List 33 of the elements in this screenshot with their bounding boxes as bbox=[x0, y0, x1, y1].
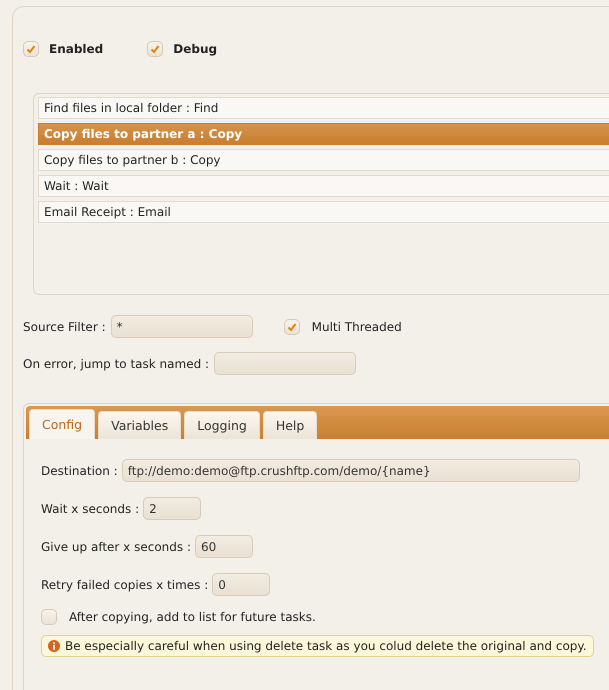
field-label: Destination : bbox=[41, 464, 118, 478]
checkbox[interactable] bbox=[284, 318, 300, 334]
info-icon bbox=[48, 640, 60, 652]
task-name-field[interactable] bbox=[214, 352, 356, 375]
check-icon bbox=[149, 43, 162, 55]
field-label: Retry failed copies x times : bbox=[41, 578, 208, 592]
input-field[interactable]: 60 bbox=[195, 535, 253, 558]
source-filter-field[interactable]: * bbox=[110, 315, 253, 338]
input-field[interactable]: 0 bbox=[212, 573, 270, 596]
field-label: Source Filter : bbox=[23, 320, 106, 334]
task-list-item[interactable]: Copy files to partner b : Copy bbox=[38, 149, 609, 171]
checkbox-label: After copying, add to list for future tasks. bbox=[69, 610, 316, 624]
tab[interactable]: Config bbox=[29, 409, 96, 439]
field-label: On error, jump to task named : bbox=[23, 356, 210, 370]
checkbox-label: Multi Threaded bbox=[312, 320, 402, 334]
task-list-item[interactable]: Email Receipt : Email bbox=[38, 201, 609, 223]
field-label: Give up after x seconds : bbox=[41, 540, 191, 554]
input-field[interactable]: ftp://demo:demo@ftp.crushftp.com/demo/{name} bbox=[122, 459, 580, 482]
task-list-item[interactable]: Find files in local folder : Find bbox=[38, 97, 609, 119]
checkbox[interactable] bbox=[147, 41, 164, 57]
checkbox-label: Enabled bbox=[49, 42, 104, 56]
check-icon bbox=[25, 43, 37, 55]
input-field[interactable]: 2 bbox=[143, 497, 202, 520]
checkbox[interactable] bbox=[23, 41, 39, 57]
tab[interactable]: Help bbox=[262, 411, 318, 439]
checkbox[interactable] bbox=[41, 609, 57, 625]
field-label: Wait x seconds : bbox=[41, 502, 140, 516]
warning-text: Be especially careful when using delete task as you colud delete the original and copy. bbox=[65, 639, 587, 653]
checkbox-label: Debug bbox=[173, 42, 218, 56]
check-icon bbox=[286, 320, 298, 332]
task-list-item[interactable]: Wait : Wait bbox=[38, 175, 609, 197]
tab[interactable]: Logging bbox=[184, 411, 260, 439]
tab[interactable]: Variables bbox=[98, 411, 182, 439]
